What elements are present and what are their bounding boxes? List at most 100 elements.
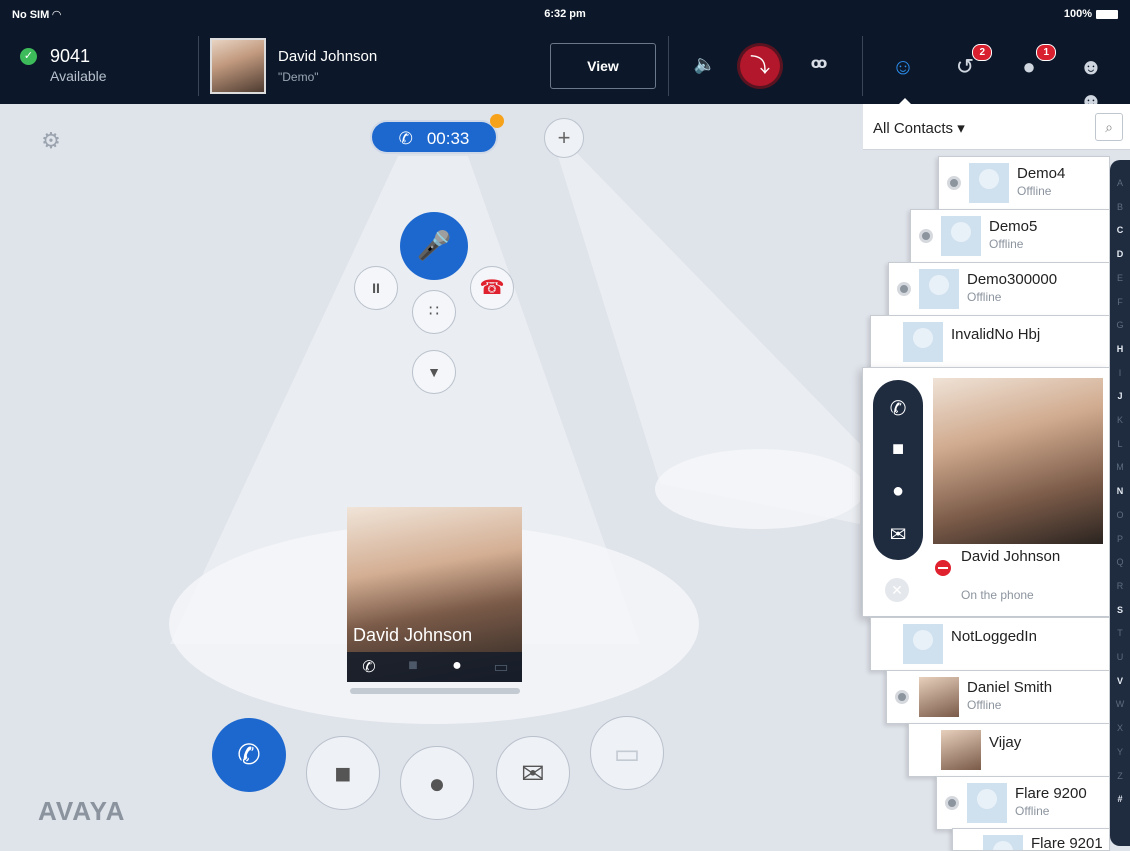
index-letter-b[interactable]: B bbox=[1110, 202, 1130, 212]
index-letter-d[interactable]: D bbox=[1110, 249, 1130, 259]
offline-dot bbox=[945, 796, 959, 810]
index-letter-a[interactable]: A bbox=[1110, 178, 1130, 188]
chat-button[interactable]: ● bbox=[400, 746, 474, 820]
screen-share-icon[interactable]: ▭ bbox=[489, 657, 513, 677]
contact-name: Flare 9200 bbox=[1015, 785, 1087, 802]
phone-icon[interactable]: ✆ bbox=[357, 657, 381, 677]
contact-name: Vijay bbox=[989, 734, 1022, 751]
contacts-filter-dropdown[interactable]: All Contacts ▾ bbox=[873, 119, 965, 137]
index-letter-w[interactable]: W bbox=[1110, 699, 1130, 709]
index-letter-c[interactable]: C bbox=[1110, 225, 1130, 235]
contact-item[interactable]: Demo5 Offline bbox=[910, 209, 1110, 263]
caller-avatar bbox=[210, 38, 266, 94]
contact-avatar bbox=[903, 322, 943, 362]
index-letter-s[interactable]: S bbox=[1110, 605, 1130, 615]
offline-dot bbox=[919, 229, 933, 243]
index-letter-e[interactable]: E bbox=[1110, 273, 1130, 283]
contact-item[interactable]: NotLoggedIn bbox=[870, 617, 1110, 671]
phone-icon[interactable]: ✆ bbox=[873, 396, 923, 421]
chat-icon: ● bbox=[428, 768, 446, 799]
search-icon[interactable]: ⌕ bbox=[1095, 113, 1123, 141]
messages-badge: 1 bbox=[1036, 44, 1056, 61]
contact-status: Offline bbox=[989, 237, 1024, 251]
index-letter-f[interactable]: F bbox=[1110, 297, 1130, 307]
expanded-contact-card[interactable]: ✆ ■ ● ✉ David Johnson On the phone ✕ bbox=[862, 367, 1110, 617]
mute-button[interactable]: 🎤 bbox=[400, 212, 468, 280]
speaker-icon[interactable]: 🔈 bbox=[690, 54, 720, 75]
video-icon: ■ bbox=[334, 758, 352, 789]
index-letter-r[interactable]: R bbox=[1110, 581, 1130, 591]
index-letter-g[interactable]: G bbox=[1110, 320, 1130, 330]
index-letter-q[interactable]: Q bbox=[1110, 557, 1130, 567]
contact-avatar bbox=[941, 216, 981, 256]
battery-percent: 100% bbox=[1063, 8, 1092, 20]
envelope-icon[interactable]: ✉ bbox=[873, 522, 923, 547]
history-icon[interactable]: ↺ 2 bbox=[948, 44, 992, 84]
contact-name: Flare 9201 bbox=[1031, 835, 1103, 851]
transfer-icon[interactable]: ⤵ bbox=[740, 46, 780, 86]
chat-icon[interactable]: ● bbox=[873, 480, 923, 503]
call-timer: 00:33 bbox=[426, 129, 470, 148]
contact-avatar bbox=[983, 835, 1023, 850]
contact-item[interactable]: Vijay bbox=[908, 723, 1110, 777]
contact-item[interactable]: Demo300000 Offline bbox=[888, 262, 1110, 316]
keypad-icon: ∷ bbox=[428, 303, 440, 320]
email-button[interactable]: ✉ bbox=[496, 736, 570, 810]
voicemail-icon[interactable]: ꝏ bbox=[804, 54, 834, 72]
close-icon[interactable]: ✕ bbox=[885, 578, 909, 602]
contact-item[interactable]: InvalidNo Hbj bbox=[870, 315, 1110, 369]
view-button[interactable]: View bbox=[550, 43, 656, 89]
index-letter-l[interactable]: L bbox=[1110, 439, 1130, 449]
index-letter-hash[interactable]: # bbox=[1110, 794, 1130, 804]
index-letter-h[interactable]: H bbox=[1110, 344, 1130, 354]
index-letter-i[interactable]: I bbox=[1110, 368, 1130, 378]
keypad-button[interactable]: ∷ bbox=[412, 290, 456, 334]
index-letter-x[interactable]: X bbox=[1110, 723, 1130, 733]
index-letter-t[interactable]: T bbox=[1110, 628, 1130, 638]
alphabet-index-scrollbar[interactable]: A B C D E F G H I J K L M N O P Q R S T U V W X Y Z # bbox=[1110, 160, 1130, 846]
hold-button[interactable]: II bbox=[354, 266, 398, 310]
mic-off-icon: 🎤 bbox=[416, 230, 452, 261]
contact-name: InvalidNo Hbj bbox=[951, 326, 1041, 343]
index-letter-m[interactable]: M bbox=[1110, 462, 1130, 472]
index-letter-v[interactable]: V bbox=[1110, 676, 1130, 686]
history-badge: 2 bbox=[972, 44, 992, 61]
caller-card[interactable]: David Johnson ✆ ■ ● ▭ bbox=[347, 507, 522, 682]
video-icon[interactable]: ■ bbox=[873, 438, 923, 461]
video-call-button[interactable]: ■ bbox=[306, 736, 380, 810]
index-letter-z[interactable]: Z bbox=[1110, 771, 1130, 781]
screen-share-icon: ▭ bbox=[613, 738, 641, 769]
contact-item[interactable]: Demo4 Offline bbox=[938, 156, 1110, 210]
contact-item[interactable]: Flare 9200 Offline bbox=[936, 776, 1110, 830]
index-letter-p[interactable]: P bbox=[1110, 534, 1130, 544]
add-call-button[interactable]: + bbox=[544, 118, 584, 158]
gear-icon[interactable]: ⚙ bbox=[38, 128, 64, 154]
clock: 6:32 pm bbox=[544, 8, 586, 20]
index-letter-y[interactable]: Y bbox=[1110, 747, 1130, 757]
presence-label: Available bbox=[50, 68, 107, 84]
index-letter-o[interactable]: O bbox=[1110, 510, 1130, 520]
index-letter-n[interactable]: N bbox=[1110, 486, 1130, 496]
contact-avatar bbox=[969, 163, 1009, 203]
contact-item[interactable]: Flare 9201 bbox=[952, 828, 1110, 851]
call-timer-button[interactable]: ✆ 00:33 bbox=[370, 120, 498, 154]
video-icon[interactable]: ■ bbox=[401, 657, 425, 675]
contacts-header: All Contacts ▾ ⌕ bbox=[863, 104, 1130, 150]
person-icon[interactable]: ☺ bbox=[886, 50, 920, 84]
index-letter-j[interactable]: J bbox=[1110, 391, 1130, 401]
more-options-button[interactable]: ▼ bbox=[412, 350, 456, 394]
screen-share-button[interactable]: ▭ bbox=[590, 716, 664, 790]
audio-call-button[interactable]: ✆ bbox=[212, 718, 286, 792]
chat-icon[interactable]: ● bbox=[445, 657, 469, 675]
pause-icon: II bbox=[372, 280, 380, 296]
group-icon[interactable]: ☻☻ bbox=[1074, 50, 1108, 113]
divider bbox=[198, 36, 199, 96]
index-letter-u[interactable]: U bbox=[1110, 652, 1130, 662]
chat-icon[interactable]: ● 1 bbox=[1012, 44, 1056, 84]
contact-status: Offline bbox=[967, 290, 1002, 304]
contact-item[interactable]: Daniel Smith Offline bbox=[886, 670, 1110, 724]
index-letter-k[interactable]: K bbox=[1110, 415, 1130, 425]
battery-status: 100% bbox=[1064, 8, 1118, 20]
contact-name: Demo4 bbox=[1017, 165, 1066, 182]
end-call-button[interactable]: ☎ bbox=[470, 266, 514, 310]
